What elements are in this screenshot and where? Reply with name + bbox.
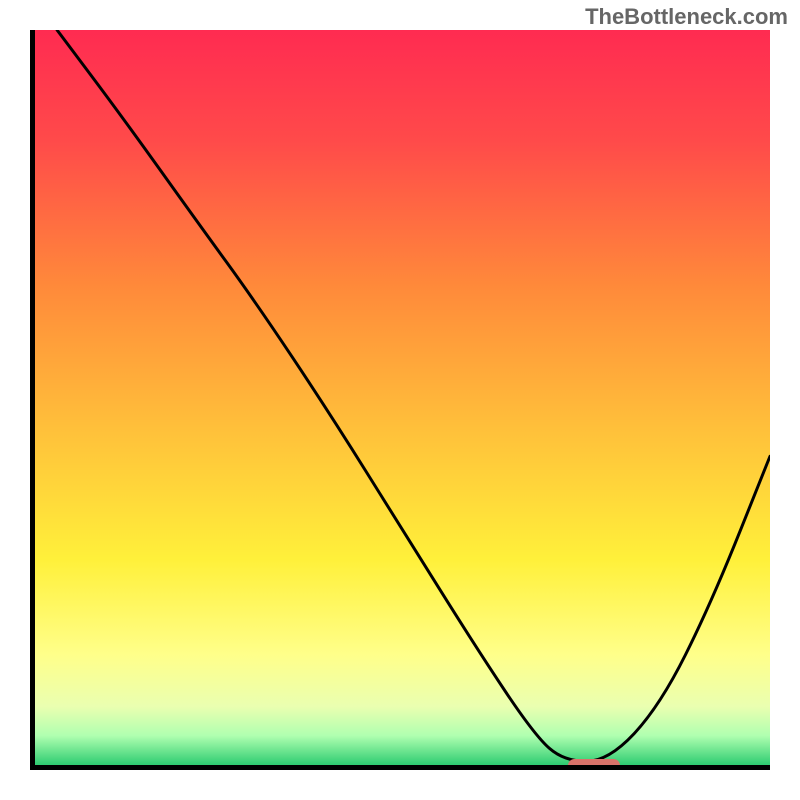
optimal-marker	[568, 759, 620, 765]
watermark-text: TheBottleneck.com	[585, 4, 788, 30]
bottleneck-curve	[35, 30, 770, 765]
plot-area	[35, 30, 770, 765]
chart-axes	[30, 30, 770, 770]
